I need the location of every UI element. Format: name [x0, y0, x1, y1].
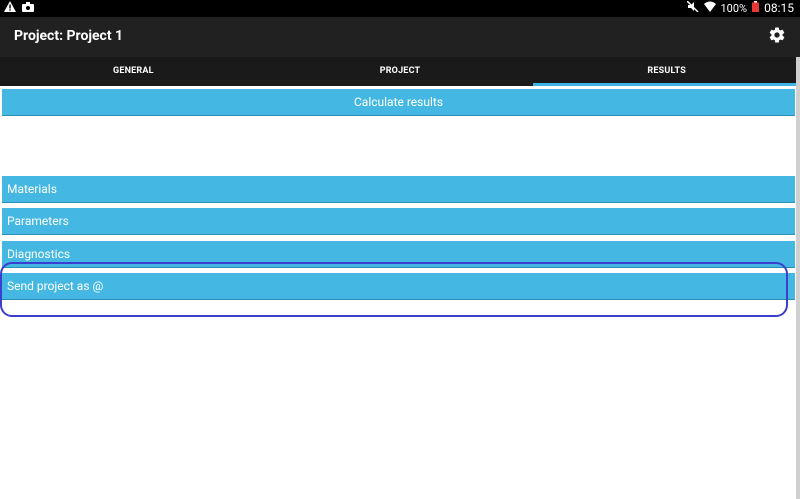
- tab-project[interactable]: PROJECT: [267, 57, 534, 86]
- battery-percent: 100%: [720, 1, 748, 15]
- calculate-results-button[interactable]: Calculate results: [2, 89, 795, 116]
- tab-general[interactable]: GENERAL: [0, 57, 267, 86]
- page-title: Project: Project 1: [14, 28, 124, 44]
- tab-bar: GENERAL PROJECT RESULTS: [0, 57, 800, 86]
- materials-button[interactable]: Materials: [2, 176, 795, 203]
- status-right-icons: 100% 08:15: [685, 0, 794, 15]
- clock: 08:15: [764, 1, 794, 15]
- wifi-icon: [703, 1, 716, 15]
- window-edge: [796, 57, 800, 499]
- status-bar: 100% 08:15: [0, 0, 800, 17]
- parameters-button[interactable]: Parameters: [2, 208, 795, 235]
- diagnostics-button[interactable]: Diagnostics: [2, 241, 795, 268]
- settings-button[interactable]: [768, 26, 786, 44]
- send-project-button[interactable]: Send project as @: [2, 273, 795, 300]
- battery-icon: [752, 1, 760, 15]
- mute-icon: [685, 0, 699, 15]
- status-left-icons: [4, 1, 34, 15]
- tab-results[interactable]: RESULTS: [533, 57, 800, 86]
- app-bar: Project: Project 1: [0, 17, 800, 57]
- warning-icon: [4, 1, 16, 15]
- camera-icon: [22, 1, 34, 15]
- gear-icon: [768, 27, 786, 48]
